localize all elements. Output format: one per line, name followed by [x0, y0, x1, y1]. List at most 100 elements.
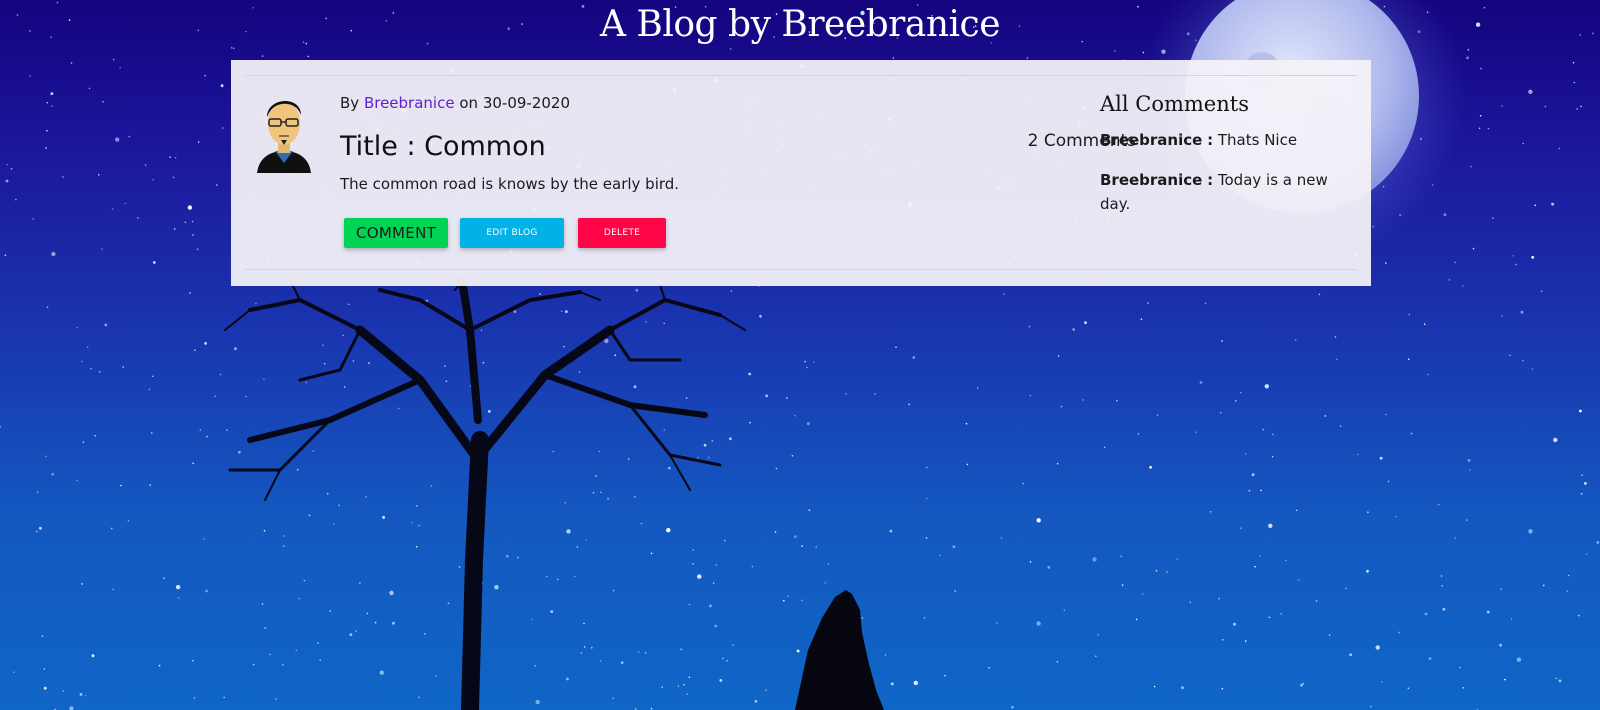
- star: [127, 520, 130, 522]
- star: [15, 198, 17, 201]
- star: [583, 646, 586, 648]
- delete-button[interactable]: Delete: [578, 218, 666, 248]
- star: [322, 344, 324, 347]
- star: [944, 674, 946, 677]
- star: [1486, 610, 1490, 614]
- star: [1116, 399, 1118, 402]
- star: [1428, 657, 1432, 661]
- star: [46, 306, 49, 309]
- star: [1153, 685, 1156, 688]
- star: [1268, 616, 1271, 619]
- star: [1501, 315, 1503, 317]
- star: [697, 574, 702, 579]
- star: [1349, 653, 1353, 657]
- star: [1551, 202, 1554, 206]
- star: [663, 429, 666, 431]
- all-comments-heading: All Comments: [1100, 92, 1249, 116]
- star: [730, 290, 733, 292]
- star: [1427, 373, 1429, 376]
- star: [1219, 411, 1222, 414]
- star: [1454, 537, 1456, 539]
- star: [722, 657, 724, 660]
- star: [51, 472, 55, 476]
- star: [338, 504, 340, 507]
- star: [612, 589, 615, 592]
- author-link[interactable]: Breebranice: [364, 94, 455, 112]
- star: [226, 429, 228, 432]
- star: [1244, 453, 1247, 455]
- star: [787, 595, 789, 598]
- star: [732, 644, 734, 646]
- star: [307, 55, 310, 58]
- star: [323, 362, 326, 365]
- star: [1022, 482, 1024, 485]
- star: [793, 535, 797, 538]
- comment-separator: :: [1207, 131, 1214, 149]
- star: [1084, 321, 1087, 325]
- star: [110, 527, 113, 530]
- star: [1166, 571, 1168, 573]
- star: [29, 75, 31, 77]
- star: [1240, 391, 1242, 394]
- star: [794, 414, 796, 417]
- star: [447, 602, 450, 605]
- star: [480, 329, 483, 332]
- edit-blog-button[interactable]: Edit Blog: [460, 218, 564, 248]
- star: [988, 666, 990, 669]
- star: [119, 66, 121, 69]
- star: [1120, 555, 1122, 558]
- wolf-silhouette: [795, 590, 884, 710]
- star: [697, 457, 699, 459]
- star: [347, 303, 350, 306]
- star: [192, 659, 194, 662]
- star: [1509, 354, 1511, 357]
- star: [1487, 127, 1490, 130]
- star: [889, 529, 893, 533]
- star: [1264, 384, 1270, 389]
- star: [1121, 584, 1124, 586]
- star: [1072, 328, 1076, 331]
- star: [1036, 621, 1041, 626]
- star: [1176, 558, 1179, 560]
- star: [128, 135, 131, 138]
- star: [1480, 67, 1482, 70]
- star: [1057, 355, 1060, 357]
- star: [39, 526, 42, 530]
- star: [494, 585, 499, 590]
- star: [1056, 661, 1059, 663]
- star: [355, 630, 357, 632]
- star: [1558, 679, 1562, 683]
- star: [84, 694, 87, 697]
- star: [98, 174, 100, 176]
- star: [1459, 666, 1461, 669]
- star: [173, 228, 176, 230]
- star: [1060, 405, 1063, 408]
- star: [189, 292, 191, 294]
- star: [177, 597, 180, 599]
- star: [812, 361, 815, 363]
- star: [1578, 614, 1580, 617]
- star: [600, 491, 602, 494]
- star: [775, 467, 778, 470]
- star: [342, 334, 345, 337]
- star: [255, 302, 257, 305]
- post-date: 30-09-2020: [482, 94, 571, 112]
- star: [1315, 600, 1318, 602]
- star: [192, 234, 194, 236]
- star: [1140, 318, 1143, 321]
- star: [1063, 609, 1066, 612]
- comment-button[interactable]: Comment: [344, 218, 448, 248]
- divider: [245, 75, 1357, 76]
- star: [552, 450, 555, 453]
- star: [352, 360, 355, 362]
- post-body: The common road is knows by the early bi…: [340, 175, 680, 193]
- star: [374, 621, 377, 624]
- star: [1209, 511, 1212, 513]
- divider: [245, 269, 1357, 270]
- star: [1472, 247, 1475, 250]
- star: [444, 365, 446, 368]
- star: [1141, 593, 1144, 595]
- star: [890, 682, 894, 686]
- star: [1528, 89, 1533, 95]
- star: [50, 92, 54, 95]
